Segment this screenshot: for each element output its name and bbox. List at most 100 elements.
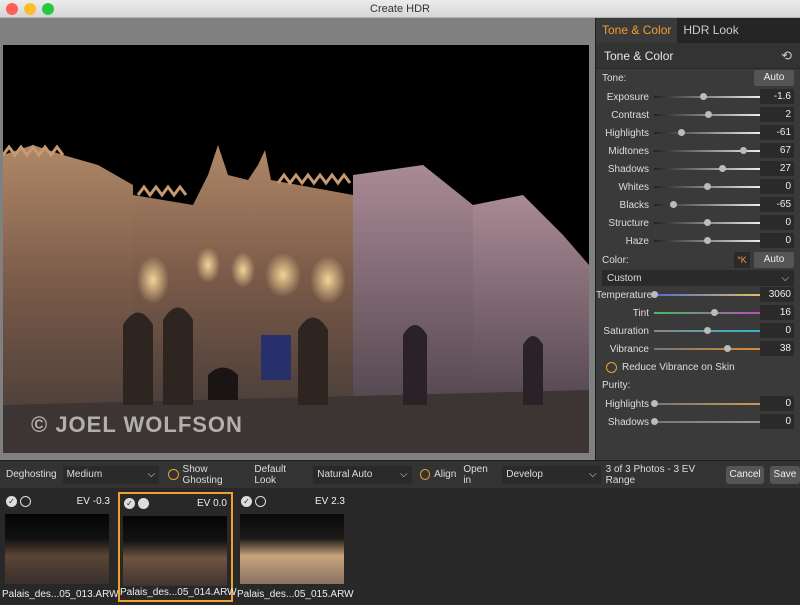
panel-tabs: Tone & Color HDR Look [596, 18, 800, 43]
hdr-preview-image[interactable]: © JOEL WOLFSON [3, 45, 589, 453]
color-auto-button[interactable]: Auto [754, 252, 794, 268]
open-in-select[interactable]: Develop ⌵ [502, 465, 601, 484]
slider-handle[interactable] [704, 219, 711, 226]
slider-label: Tint [632, 307, 649, 319]
slider-value-field[interactable]: 38 [760, 341, 794, 356]
slider-value-field[interactable]: -61 [760, 125, 794, 140]
tone-midtones-slider-row: Midtones 67 [596, 142, 800, 160]
deghosting-value: Medium [66, 469, 103, 480]
save-button[interactable]: Save [769, 465, 800, 484]
chevron-down-icon: ⌵ [589, 469, 597, 480]
reset-icon[interactable]: ⟲ [781, 48, 792, 64]
reduce-vibrance-toggle[interactable] [606, 361, 617, 373]
thumbnail-3[interactable]: ✓ EV 2.3 Palais_des...05_015.ARW [237, 492, 354, 602]
color-tint-slider[interactable] [654, 309, 760, 316]
slider-value-field[interactable]: 27 [760, 161, 794, 176]
purity-shadows-slider[interactable] [651, 418, 760, 425]
cancel-button[interactable]: Cancel [726, 465, 764, 484]
tone-haze-slider-row: Haze 0 [596, 232, 800, 250]
zoom-button[interactable] [42, 3, 54, 15]
slider-value-field[interactable]: 0 [760, 179, 794, 194]
reduce-vibrance-option[interactable]: Reduce Vibrance on Skin [596, 358, 800, 376]
purity-highlights-slider[interactable] [651, 400, 760, 407]
color-vibrance-slider[interactable] [654, 345, 760, 352]
reference-radio[interactable] [138, 497, 149, 509]
checkmark-icon[interactable]: ✓ [241, 495, 252, 507]
slider-label: Haze [625, 235, 649, 247]
kelvin-toggle-button[interactable]: °K [734, 252, 750, 268]
color-temperature-slider-row: Temperature 3060 [596, 286, 800, 304]
checkmark-icon[interactable]: ✓ [6, 495, 17, 507]
reference-radio[interactable] [20, 495, 31, 507]
slider-handle[interactable] [704, 327, 711, 334]
slider-label: Highlights [605, 127, 649, 139]
tone-midtones-slider[interactable] [654, 147, 760, 154]
align-toggle[interactable] [419, 469, 431, 480]
slider-handle[interactable] [718, 165, 726, 172]
tone-shadows-slider-row: Shadows 27 [596, 160, 800, 178]
color-saturation-slider[interactable] [654, 327, 760, 334]
color-preset-dropdown[interactable]: Custom ⌵ [602, 270, 794, 286]
reference-radio[interactable] [255, 495, 266, 507]
tone-haze-slider[interactable] [654, 237, 760, 244]
chevron-down-icon: ⌵ [147, 469, 156, 480]
watermark: © JOEL WOLFSON [31, 412, 243, 437]
show-ghosting-toggle[interactable] [168, 469, 179, 480]
slider-label: Temperature [596, 289, 653, 301]
tone-blacks-slider[interactable] [654, 201, 760, 208]
tone-whites-slider[interactable] [654, 183, 760, 190]
slider-handle[interactable] [651, 291, 658, 298]
deghosting-select[interactable]: Medium ⌵ [62, 465, 160, 484]
thumbnail-caption: Palais_des...05_014.ARW [120, 587, 237, 598]
slider-handle[interactable] [704, 237, 711, 244]
reduce-vibrance-label: Reduce Vibrance on Skin [622, 361, 735, 373]
default-look-select[interactable]: Natural Auto ⌵ [313, 465, 412, 484]
window-title: Create HDR [370, 3, 430, 15]
bottom-toolbar: Deghosting Medium ⌵ Show Ghosting Defaul… [0, 460, 800, 488]
tab-hdr-look[interactable]: HDR Look [677, 18, 744, 43]
open-in-value: Develop [506, 469, 543, 480]
slider-value-field[interactable]: 0 [760, 215, 794, 230]
slider-handle[interactable] [677, 129, 685, 136]
slider-handle[interactable] [711, 309, 719, 316]
purity-highlights-slider-row: Highlights 0 [596, 395, 800, 413]
tone-exposure-slider[interactable] [654, 93, 760, 100]
minimize-button[interactable] [24, 3, 36, 15]
checkmark-icon[interactable]: ✓ [124, 497, 135, 509]
close-button[interactable] [6, 3, 18, 15]
thumbnail-image [5, 514, 109, 584]
slider-handle[interactable] [705, 111, 713, 118]
open-in-label: Open in [463, 463, 488, 486]
tone-highlights-slider[interactable] [654, 129, 760, 136]
slider-value-field[interactable]: -1.6 [760, 89, 794, 104]
slider-value-field[interactable]: -65 [760, 197, 794, 212]
slider-handle[interactable] [699, 93, 707, 100]
slider-value-field[interactable]: 3060 [760, 287, 794, 302]
slider-handle[interactable] [724, 345, 732, 352]
slider-value-field[interactable]: 16 [760, 305, 794, 320]
thumbnail-2[interactable]: ✓ EV 0.0 Palais_des...05_014.ARW [118, 492, 237, 602]
thumbnail-1[interactable]: ✓ EV -0.3 Palais_des...05_013.ARW [2, 492, 119, 602]
slider-value-field[interactable]: 0 [760, 414, 794, 429]
slider-value-field[interactable]: 2 [760, 107, 794, 122]
purity-group: Purity: [596, 376, 800, 395]
slider-handle[interactable] [670, 201, 678, 208]
section-header[interactable]: Tone & Color ⟲ [596, 43, 800, 69]
slider-value-field[interactable]: 67 [760, 143, 794, 158]
tone-structure-slider[interactable] [654, 219, 760, 226]
tone-contrast-slider[interactable] [654, 111, 760, 118]
slider-handle[interactable] [651, 418, 658, 425]
tone-auto-button[interactable]: Auto [754, 70, 794, 86]
slider-handle[interactable] [651, 400, 658, 407]
purity-shadows-slider-row: Shadows 0 [596, 413, 800, 431]
slider-value-field[interactable]: 0 [760, 233, 794, 248]
slider-label: Contrast [611, 109, 649, 121]
default-look-label: Default Look [254, 463, 287, 486]
tab-tone-color[interactable]: Tone & Color [596, 18, 678, 43]
slider-handle[interactable] [740, 147, 748, 154]
slider-handle[interactable] [704, 183, 711, 190]
slider-value-field[interactable]: 0 [760, 323, 794, 338]
color-temperature-slider[interactable] [651, 291, 760, 298]
tone-shadows-slider[interactable] [654, 165, 760, 172]
slider-value-field[interactable]: 0 [760, 396, 794, 411]
